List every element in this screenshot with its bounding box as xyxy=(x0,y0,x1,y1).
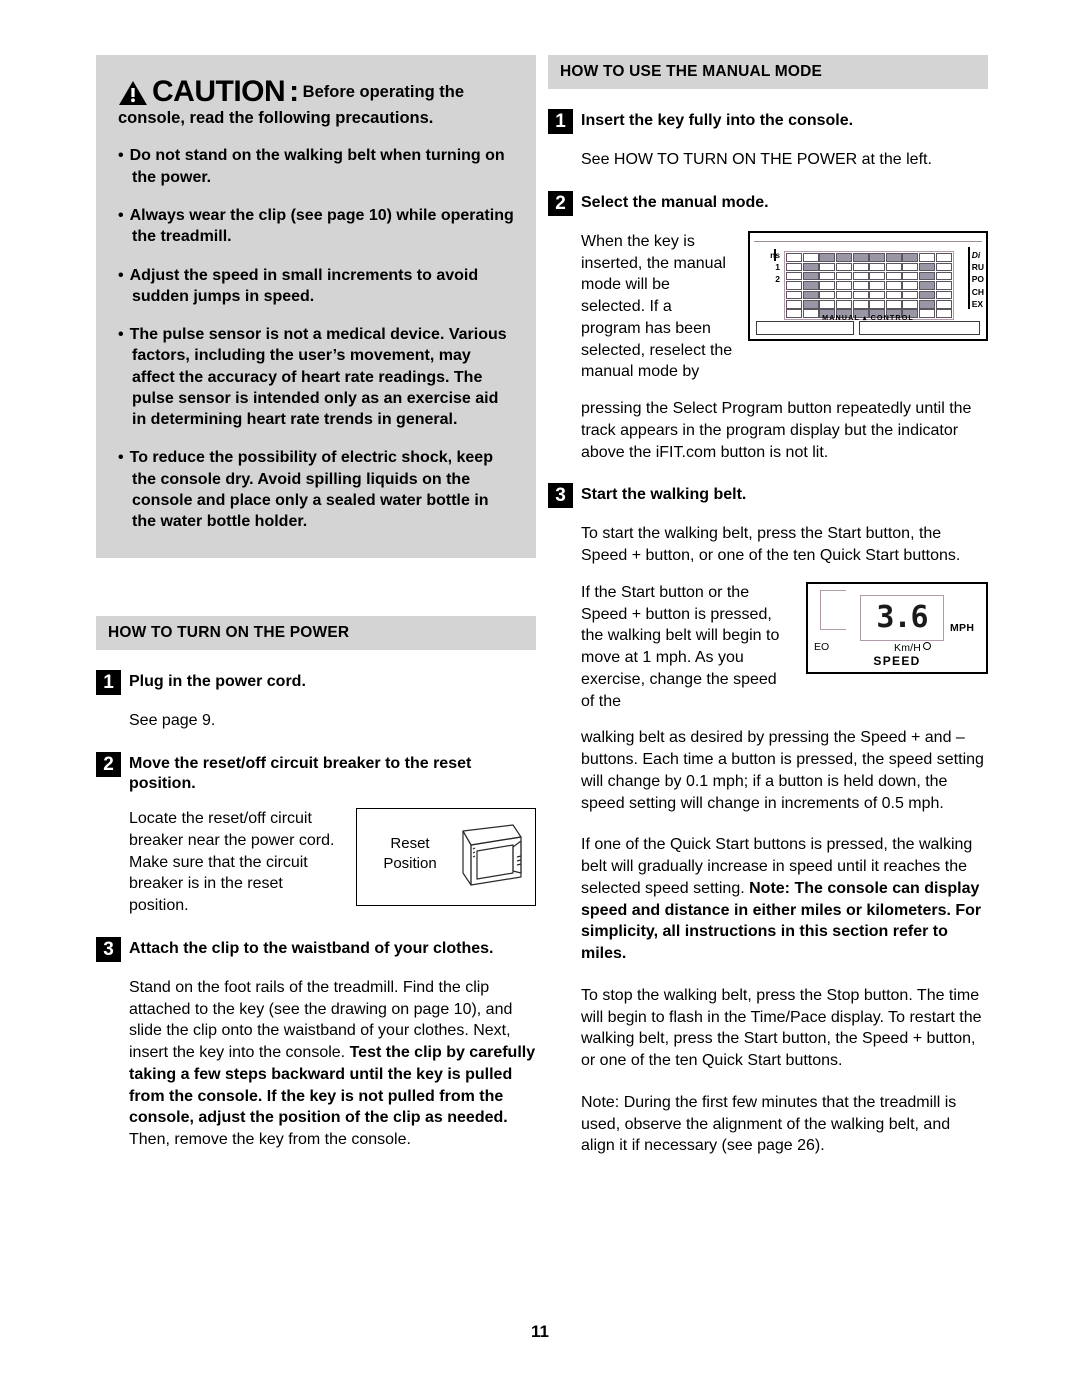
step-3-manual: 3 Start the walking belt. xyxy=(548,483,988,509)
step-number: 2 xyxy=(96,752,121,778)
speed-side-label: EO xyxy=(814,640,830,653)
caution-bullet-list: Do not stand on the walking belt when tu… xyxy=(118,145,514,532)
step-1-manual: 1 Insert the key fully into the console. xyxy=(548,109,988,134)
kmh-indicator-icon xyxy=(923,641,932,650)
page-number: 11 xyxy=(531,1322,549,1341)
console-left-label-1: 1 xyxy=(775,262,780,273)
step-number: 3 xyxy=(548,483,573,509)
speed-value: 3.6 xyxy=(876,599,928,635)
step-2-manual: 2 Select the manual mode. xyxy=(548,190,988,216)
step-1-power: 1 Plug in the power cord. xyxy=(96,670,536,696)
section-header-manual-mode: HOW TO USE THE MANUAL MODE xyxy=(548,55,988,89)
caution-colon: : xyxy=(289,75,299,108)
reset-figure-label: Reset Position xyxy=(371,834,449,873)
caution-heading: CAUTION: Before operating the console, r… xyxy=(118,77,514,129)
console-left-label-0: ns xyxy=(770,249,780,260)
console-left-labels: ns 1 2 xyxy=(754,249,780,286)
step-3-body-5: Note: During the first few minutes that … xyxy=(581,1093,957,1155)
step-title: Select the manual mode. xyxy=(581,193,769,211)
list-item: Adjust the speed in small increments to … xyxy=(118,265,514,308)
console-right-label-1: RU xyxy=(971,262,984,273)
caution-lead-text: Before operating the xyxy=(302,82,465,101)
caution-panel: CAUTION: Before operating the console, r… xyxy=(96,55,536,559)
step-title: Plug in the power cord. xyxy=(129,673,306,691)
step-3-body-4: To stop the walking belt, press the Stop… xyxy=(581,986,982,1069)
program-track-grid xyxy=(784,250,954,321)
caution-word: CAUTION xyxy=(152,75,286,108)
console-display-figure: ns 1 2 Di RU PO CH EX MANUAL ▴ CONTROL xyxy=(748,230,988,341)
reset-label-line2: Position xyxy=(383,854,437,872)
step-title: Attach the clip to the waistband of your… xyxy=(129,939,494,957)
speed-title: SPEED xyxy=(873,653,921,668)
console-right-label-4: EX xyxy=(971,299,984,309)
list-item: To reduce the possibility of electric sh… xyxy=(118,447,514,532)
console-button-row xyxy=(756,320,980,335)
step-2-power: 2 Move the reset/off circuit breaker to … xyxy=(96,752,536,793)
speed-lcd-panel: 3.6 xyxy=(860,594,944,641)
step-3-body: Stand on the foot rails of the treadmill… xyxy=(96,977,536,1151)
left-column: CAUTION: Before operating the console, r… xyxy=(96,55,536,1151)
reset-position-figure: Reset Position xyxy=(356,808,536,907)
list-item: Do not stand on the walking belt when tu… xyxy=(118,145,514,188)
step-2-body-full: pressing the Select Program button repea… xyxy=(581,400,972,461)
caution-sub-text: console, read the following precautions. xyxy=(118,109,434,127)
step-1-body: See page 9. xyxy=(129,712,216,730)
console-right-label-0: Di xyxy=(971,249,981,260)
step-3-body-part2: Then, remove the key from the console. xyxy=(129,1131,411,1149)
reset-label-line1: Reset xyxy=(390,835,430,853)
step-2-body-block: Reset Position Locate the reset/off circ… xyxy=(96,808,536,917)
step-3-body-3: If one of the Quick Start buttons is pre… xyxy=(548,834,988,965)
step-title: Start the walking belt. xyxy=(581,486,747,504)
step-number: 1 xyxy=(96,670,121,696)
step-number: 1 xyxy=(548,109,573,134)
step-2-body-block: ns 1 2 Di RU PO CH EX MANUAL ▴ CONTROL W… xyxy=(548,230,988,383)
step-3-body-2-full: walking belt as desired by pressing the … xyxy=(581,729,984,812)
list-item: The pulse sensor is not a medical device… xyxy=(118,324,514,430)
step-1-body: See HOW TO TURN ON THE POWER at the left… xyxy=(581,151,932,168)
right-column: HOW TO USE THE MANUAL MODE 1 Insert the … xyxy=(548,55,988,1157)
speed-unit-kmh: Km/H xyxy=(894,641,932,654)
section-header-power: HOW TO TURN ON THE POWER xyxy=(96,616,536,651)
console-left-label-2: 2 xyxy=(775,274,780,285)
step-3-power: 3 Attach the clip to the waistband of yo… xyxy=(96,936,536,962)
console-button-left xyxy=(756,320,854,335)
console-button-right xyxy=(859,320,980,335)
step-title: Move the reset/off circuit breaker to th… xyxy=(129,755,472,792)
speed-unit-mph: MPH xyxy=(950,621,975,634)
console-right-label-2: PO xyxy=(971,274,984,285)
list-item: Always wear the clip (see page 10) while… xyxy=(118,205,514,248)
console-right-label-3: CH xyxy=(971,286,984,297)
document-page: CAUTION: Before operating the console, r… xyxy=(0,0,1080,1397)
step-number: 2 xyxy=(548,190,573,216)
step-title: Insert the key fully into the console. xyxy=(581,112,854,129)
step-3-body-2-block: 3.6 MPH Km/H EO SPEED If the Start butto… xyxy=(548,581,988,713)
speed-display-figure: 3.6 MPH Km/H EO SPEED xyxy=(806,581,988,674)
warning-triangle-icon xyxy=(118,80,148,106)
step-3-body-1: To start the walking belt, press the Sta… xyxy=(581,525,961,564)
console-right-labels: Di RU PO CH EX xyxy=(972,249,984,311)
step-number: 3 xyxy=(96,936,121,962)
circuit-breaker-drawing-icon xyxy=(462,824,522,886)
